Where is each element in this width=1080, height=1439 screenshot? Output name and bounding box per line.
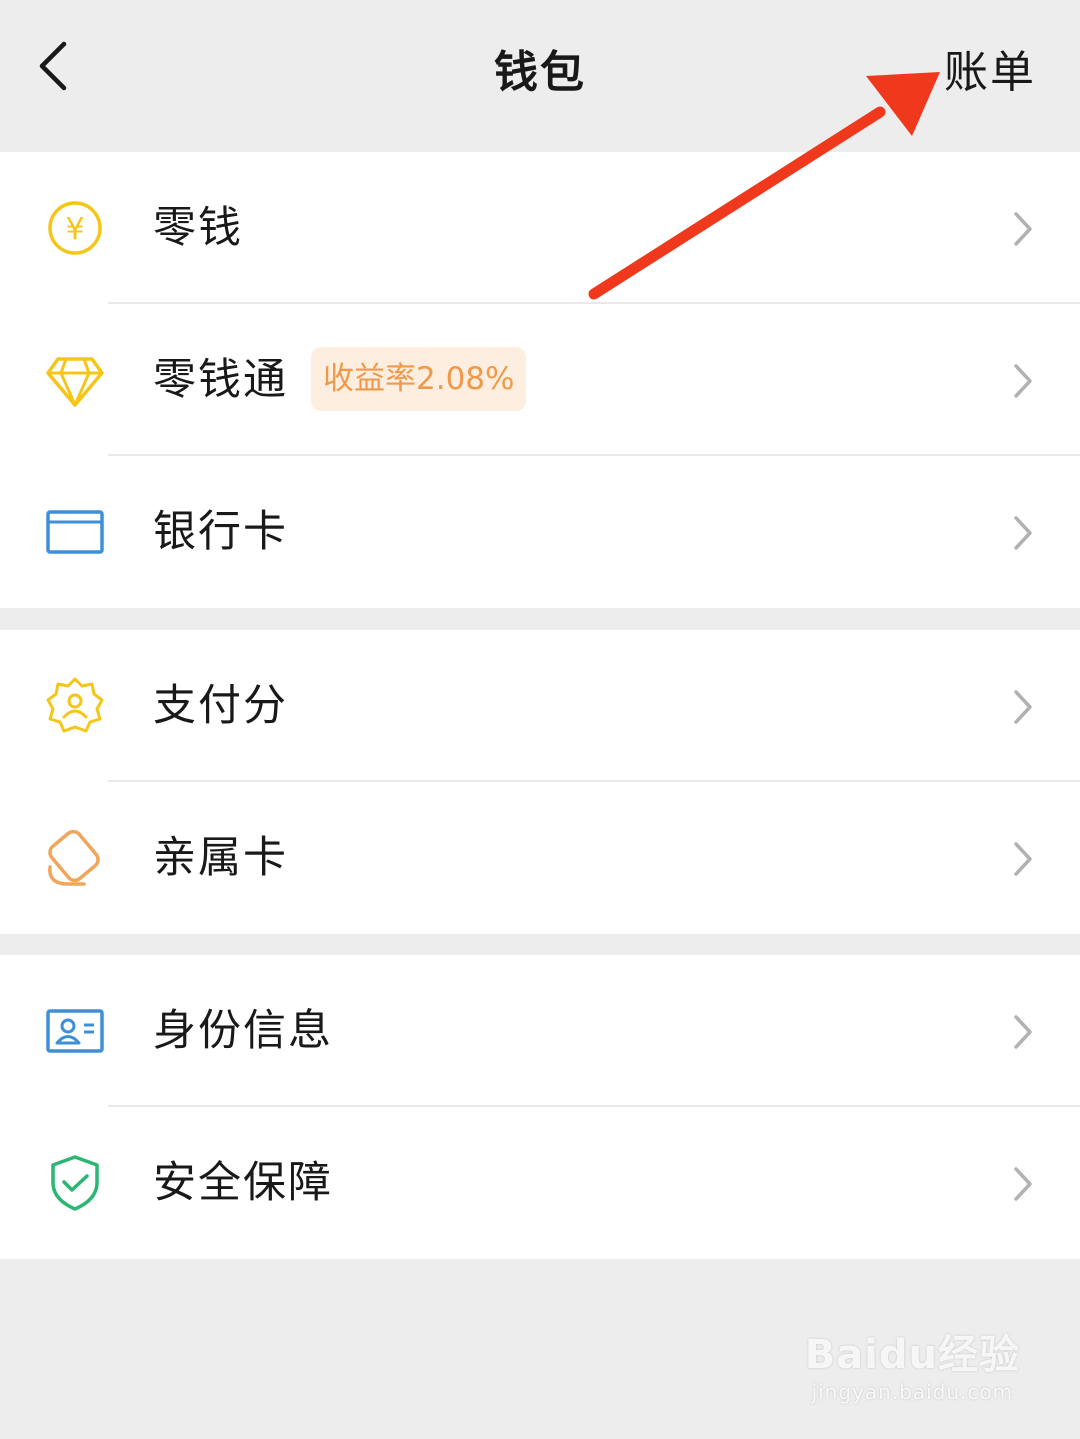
- chevron-right-icon: [1014, 842, 1032, 876]
- list-item-label: 身份信息: [153, 1006, 333, 1056]
- shield-check-icon: [51, 1155, 99, 1211]
- list-item-change-plus[interactable]: 零钱通: [0, 304, 1080, 456]
- yield-rate-badge: 收益率2.08%: [311, 347, 527, 411]
- list-item-label: 银行卡: [153, 507, 288, 557]
- wallet-group-1: ¥ 零钱 零钱通 银行卡: [0, 152, 1080, 608]
- page-title: 钱包: [494, 47, 586, 98]
- chevron-right-icon: [1014, 212, 1032, 246]
- chevron-right-icon: [1014, 690, 1032, 724]
- chevron-right-icon: [1014, 1015, 1032, 1049]
- list-item-label: 支付分: [153, 681, 288, 731]
- list-item-label: 零钱: [153, 203, 243, 253]
- list-item-identity-info[interactable]: 身份信息: [0, 955, 1080, 1107]
- bill-button[interactable]: 账单: [944, 36, 1036, 100]
- list-item-change[interactable]: ¥ 零钱: [0, 152, 1080, 304]
- list-item-label: 安全保障: [153, 1158, 333, 1208]
- id-card-icon: [46, 1009, 104, 1053]
- svg-text:¥: ¥: [65, 212, 84, 247]
- pay-score-icon: [46, 677, 104, 733]
- chevron-right-icon: [1014, 516, 1032, 550]
- bank-card-icon: [46, 510, 104, 554]
- list-item-family-card[interactable]: 亲属卡: [0, 782, 1080, 934]
- chevron-right-icon: [1014, 364, 1032, 398]
- diamond-icon: [46, 357, 104, 407]
- list-item-pay-score[interactable]: 支付分: [0, 630, 1080, 782]
- family-card-icon: [48, 829, 100, 886]
- watermark-logo: Baidu经验: [804, 1332, 1020, 1378]
- wallet-group-2: 支付分 亲属卡: [0, 630, 1080, 934]
- list-item-security[interactable]: 安全保障: [0, 1107, 1080, 1259]
- list-item-label: 零钱通: [153, 355, 288, 405]
- top-bar: 钱包 账单: [0, 0, 1080, 150]
- watermark-url: jingyan.baidu.com: [811, 1380, 1014, 1404]
- list-item-bank-card[interactable]: 银行卡: [0, 456, 1080, 608]
- wallet-group-3: 身份信息 安全保障: [0, 955, 1080, 1259]
- chevron-right-icon: [1014, 1167, 1032, 1201]
- list-item-label: 亲属卡: [153, 833, 288, 883]
- yuan-coin-icon: ¥: [48, 201, 102, 255]
- watermark: Baidu经验 jingyan.baidu.com: [805, 1322, 1020, 1404]
